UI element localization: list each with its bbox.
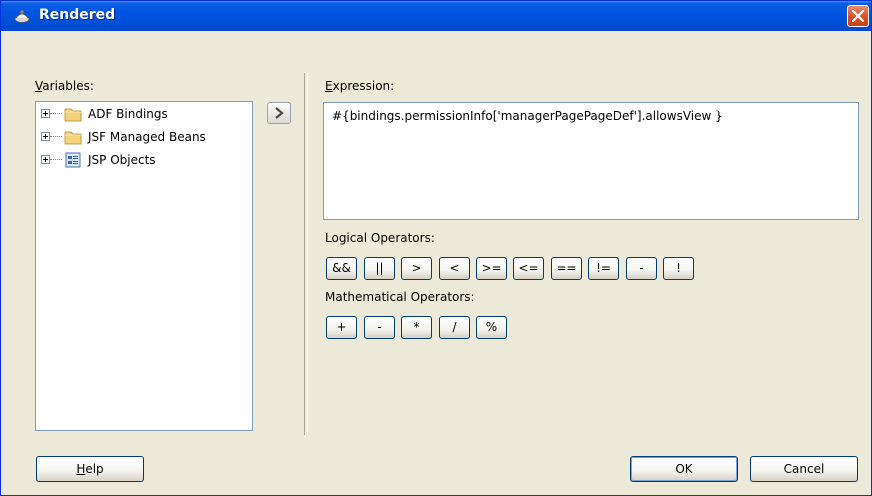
cancel-button[interactable]: Cancel (750, 456, 858, 482)
tree-item-label: ADF Bindings (88, 107, 168, 121)
folder-icon (64, 129, 82, 145)
chevron-right-icon (275, 107, 284, 119)
minus-operator-button[interactable]: - (626, 257, 657, 280)
insert-variable-button[interactable] (267, 102, 291, 124)
modulo-button[interactable]: % (476, 316, 507, 339)
divide-button[interactable]: / (439, 316, 470, 339)
not-equals-button[interactable]: != (588, 257, 619, 280)
close-button[interactable] (847, 5, 869, 27)
tree-item-adf-bindings[interactable]: ADF Bindings (36, 104, 252, 124)
multiply-button[interactable]: * (401, 316, 432, 339)
greater-than-button[interactable]: > (401, 257, 432, 280)
tree-item-label: JSF Managed Beans (88, 130, 206, 144)
dialog-window: Rendered Variables: ADF Bindings JSF Man… (0, 0, 872, 496)
variables-label: Variables: (35, 79, 94, 93)
equals-button[interactable]: == (551, 257, 582, 280)
window-title: Rendered (39, 7, 116, 23)
help-button[interactable]: Help (36, 456, 144, 482)
not-operator-button[interactable]: ! (663, 257, 694, 280)
expression-input[interactable]: #{bindings.permissionInfo['managerPagePa… (323, 102, 859, 220)
title-bar[interactable]: Rendered (1, 1, 871, 31)
plus-button[interactable]: + (326, 316, 357, 339)
expand-icon[interactable] (41, 132, 50, 141)
or-operator-button[interactable]: || (364, 257, 395, 280)
less-than-button[interactable]: < (439, 257, 470, 280)
expand-icon[interactable] (41, 109, 50, 118)
tree-item-jsf-managed-beans[interactable]: JSF Managed Beans (36, 127, 252, 147)
variables-tree[interactable]: ADF Bindings JSF Managed Beans JSP Objec… (35, 101, 253, 431)
subtract-button[interactable]: - (364, 316, 395, 339)
ok-button[interactable]: OK (630, 456, 738, 482)
tree-item-jsp-objects[interactable]: JSP Objects (36, 150, 252, 170)
close-icon (851, 9, 865, 23)
math-operators-label: Mathematical Operators: (325, 290, 475, 304)
expression-label: Expression: (325, 79, 395, 93)
less-equal-button[interactable]: <= (513, 257, 544, 280)
logical-operators-label: Logical Operators: (325, 231, 435, 245)
expand-icon[interactable] (41, 155, 50, 164)
jsp-objects-icon (64, 152, 82, 168)
tree-item-label: JSP Objects (88, 153, 156, 167)
app-icon (13, 8, 31, 24)
and-operator-button[interactable]: && (326, 257, 357, 280)
divider (304, 73, 308, 435)
folder-icon (64, 106, 82, 122)
greater-equal-button[interactable]: >= (476, 257, 507, 280)
